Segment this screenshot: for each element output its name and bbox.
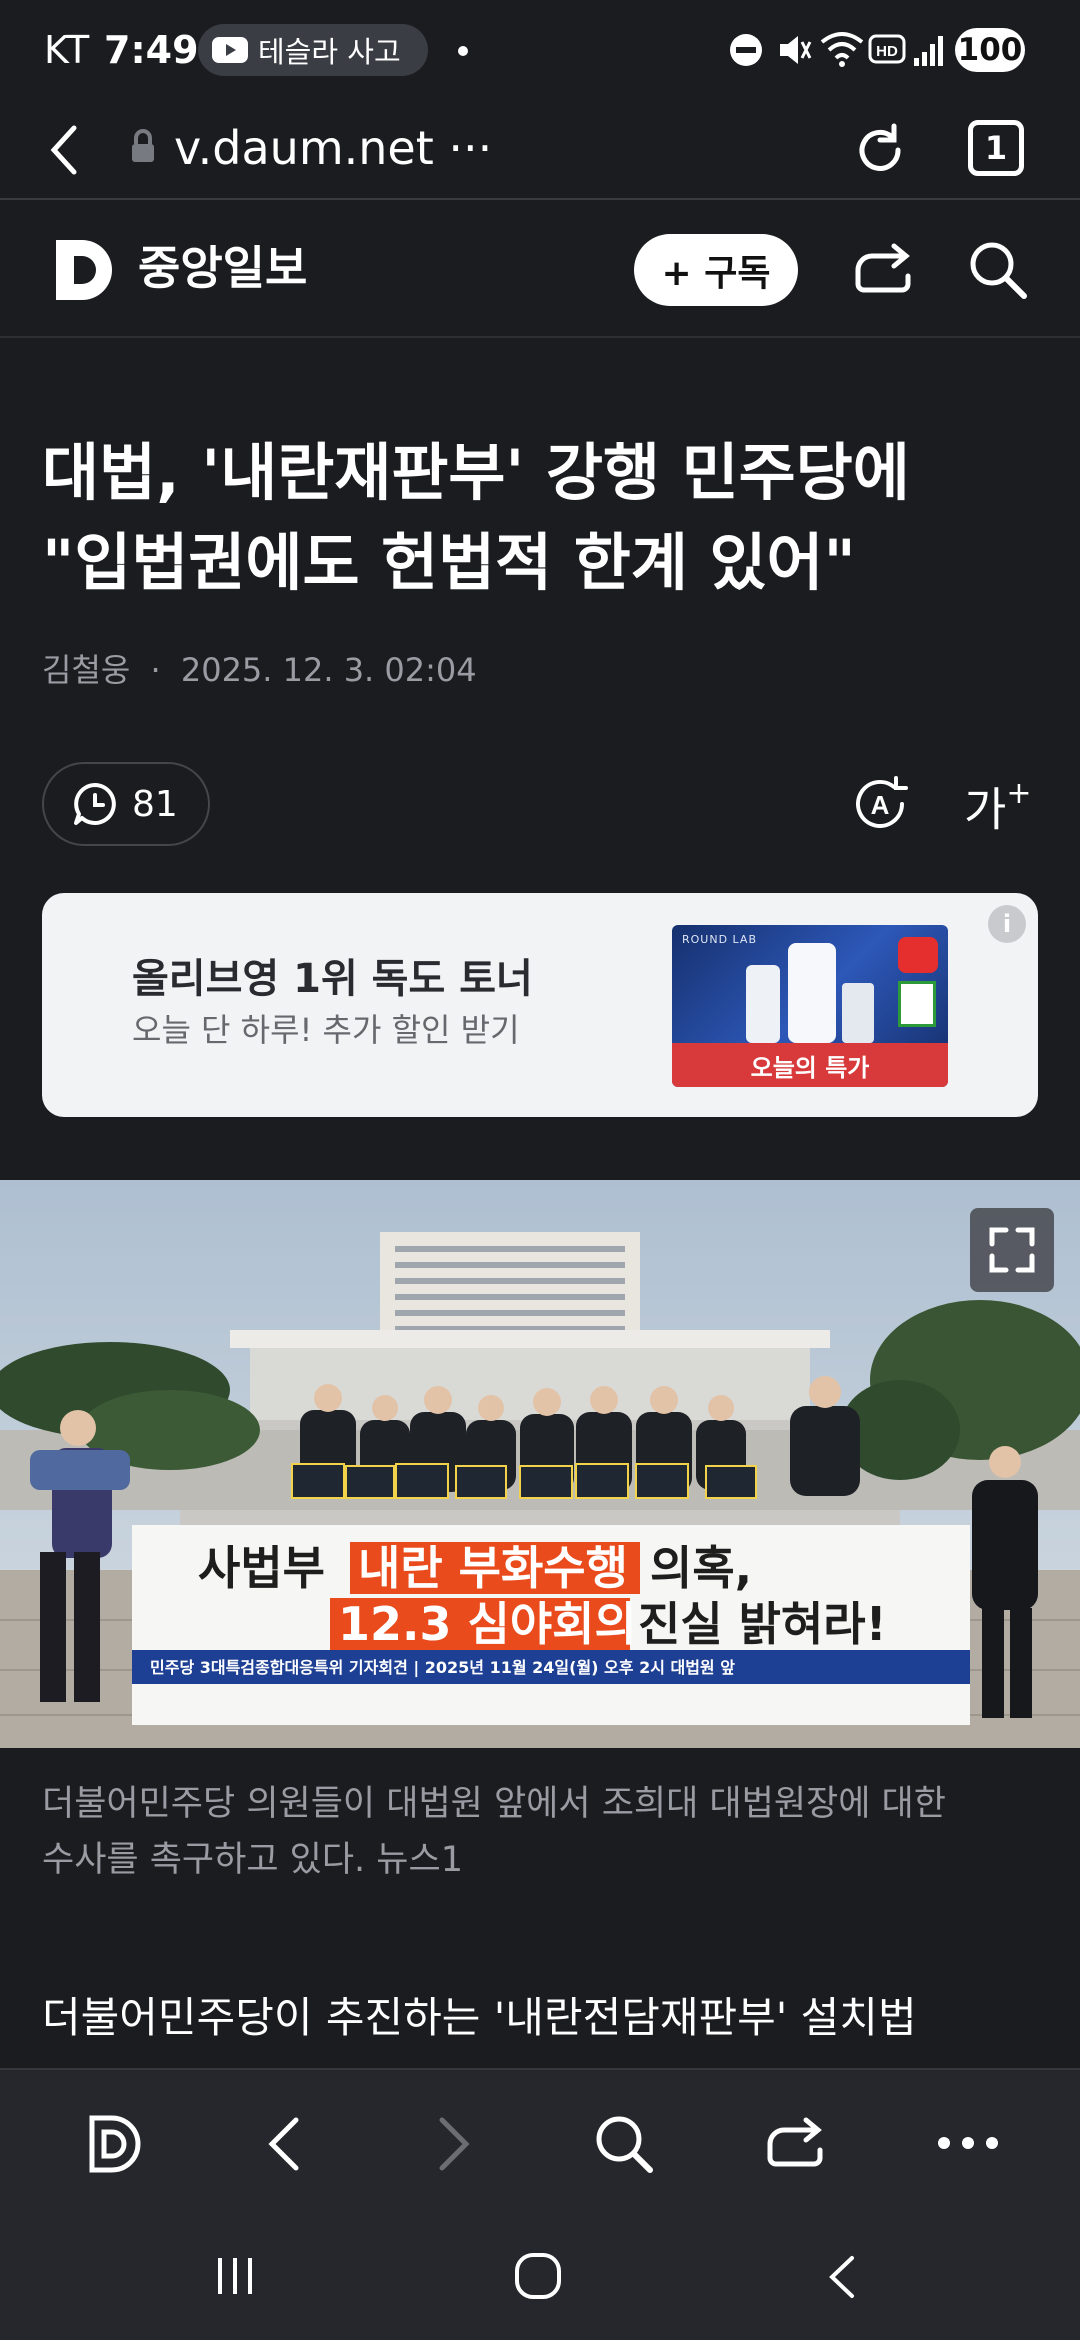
photo-caption: 더불어민주당 의원들이 대법원 앞에서 조희대 대법원장에 대한 수사를 촉구하… bbox=[42, 1776, 1042, 1888]
daum-logo-icon[interactable] bbox=[52, 236, 116, 304]
notification-text: 테슬라 사고 bbox=[258, 35, 401, 69]
carrier: KT bbox=[44, 28, 90, 72]
share-icon[interactable] bbox=[764, 2114, 826, 2174]
share-icon[interactable] bbox=[852, 240, 914, 300]
system-navigation-bar bbox=[0, 2214, 1080, 2340]
toner-bottle-large bbox=[788, 943, 836, 1043]
search-icon[interactable] bbox=[966, 238, 1030, 302]
banner-text-1a: 사법부 bbox=[198, 1541, 325, 1595]
battery-indicator: 100 bbox=[955, 28, 1025, 72]
banner-footer: 민주당 3대특검종합대응특위 기자회견 | 2025년 11월 24일(월) 오… bbox=[150, 1658, 735, 1678]
site-header: 중앙일보 + 구독 bbox=[0, 202, 1080, 338]
youtube-icon bbox=[212, 37, 248, 63]
search-icon[interactable] bbox=[592, 2112, 656, 2176]
youtube-notification-chip[interactable]: 테슬라 사고 bbox=[198, 24, 428, 76]
article-body-text: 더불어민주당이 추진하는 '내란전담재판부' 설치법 bbox=[42, 1993, 917, 2042]
comment-bubble-icon bbox=[74, 783, 116, 825]
subscribe-button[interactable]: + 구독 bbox=[634, 234, 798, 306]
lock-icon bbox=[132, 129, 154, 162]
headline-line: 대법, '내란재판부' 강행 민주당에 bbox=[42, 436, 910, 509]
fullscreen-icon bbox=[989, 1227, 1035, 1273]
home-icon[interactable] bbox=[512, 2250, 564, 2302]
banner-text-2a: 12.3 심야회의 bbox=[338, 1597, 637, 1651]
notification-dot-icon bbox=[458, 46, 468, 56]
signal-icon bbox=[914, 36, 943, 66]
hd-voice-icon: HD bbox=[868, 34, 906, 64]
browser-toolbar bbox=[0, 2068, 1080, 2214]
article-photo[interactable]: 사법부 내란 부화수행 의혹, 12.3 심야회의 진실 밝혀라! 민주당 3대… bbox=[0, 1180, 1080, 1748]
svg-text:A: A bbox=[871, 790, 890, 820]
dnd-icon bbox=[730, 34, 762, 66]
browser-url-bar: v.daum.net ··· 1 bbox=[0, 100, 1080, 200]
byline: 김철웅 · 2025. 12. 3. 02:04 bbox=[42, 650, 477, 690]
status-bar: KT 7:49 테슬라 사고 HD 100 bbox=[0, 0, 1080, 100]
comment-button[interactable]: 81 bbox=[42, 762, 210, 846]
back-icon[interactable] bbox=[258, 2112, 308, 2176]
reload-icon[interactable] bbox=[850, 120, 910, 180]
banner-text-1b: 내란 부화수행 bbox=[358, 1541, 628, 1595]
toner-box bbox=[842, 983, 874, 1043]
url-field[interactable]: v.daum.net ··· bbox=[174, 118, 492, 178]
tab-count-button[interactable]: 1 bbox=[968, 120, 1024, 176]
toner-bottle-small bbox=[746, 965, 780, 1043]
text-to-speech-icon[interactable]: A bbox=[852, 774, 910, 834]
headline-line: "입법권에도 헌법적 한계 있어" bbox=[42, 526, 856, 599]
ad-title: 올리브영 1위 독도 토너 bbox=[132, 956, 533, 1002]
ad-brand: ROUND LAB bbox=[682, 933, 757, 946]
press-name[interactable]: 중앙일보 bbox=[138, 238, 307, 298]
clock: 7:49 bbox=[104, 28, 199, 72]
wifi-icon bbox=[820, 32, 864, 67]
publish-date: 2025. 12. 3. 02:04 bbox=[180, 651, 477, 689]
daum-home-icon[interactable] bbox=[84, 2112, 144, 2176]
ad-info-icon[interactable]: i bbox=[988, 905, 1026, 943]
sale-badge-icon bbox=[898, 937, 938, 973]
ad-subtitle: 오늘 단 하루! 추가 할인 받기 bbox=[132, 1011, 520, 1049]
caption-line: 더불어민주당 의원들이 대법원 앞에서 조희대 대법원장에 대한 bbox=[42, 1784, 946, 1824]
award-badge-icon bbox=[898, 981, 936, 1027]
caption-line: 수사를 촉구하고 있다. 뉴스1 bbox=[42, 1840, 463, 1880]
fullscreen-button[interactable] bbox=[970, 1208, 1054, 1292]
svg-text:HD: HD bbox=[876, 43, 898, 60]
back-arrow-icon[interactable] bbox=[44, 120, 84, 180]
mute-icon bbox=[780, 36, 812, 64]
forward-icon[interactable] bbox=[430, 2112, 480, 2176]
protest-scene-illustration: 사법부 내란 부화수행 의혹, 12.3 심야회의 진실 밝혀라! 민주당 3대… bbox=[0, 1180, 1080, 1748]
ad-product-image: ROUND LAB 오늘의 특가 bbox=[672, 925, 948, 1087]
system-back-icon[interactable] bbox=[822, 2252, 862, 2302]
font-size-label: 가 bbox=[964, 782, 1007, 837]
more-icon[interactable] bbox=[936, 2128, 1000, 2158]
comment-count: 81 bbox=[132, 783, 178, 825]
byline-dot: · bbox=[150, 651, 161, 689]
ad-image-band: 오늘의 특가 bbox=[672, 1043, 948, 1087]
author[interactable]: 김철웅 bbox=[42, 651, 130, 689]
font-size-button[interactable]: 가+ bbox=[964, 770, 1031, 839]
article-headline: 대법, '내란재판부' 강행 민주당에 "입법권에도 헌법적 한계 있어" bbox=[42, 428, 1042, 608]
ad-banner[interactable]: 올리브영 1위 독도 토너 오늘 단 하루! 추가 할인 받기 ROUND LA… bbox=[42, 893, 1038, 1117]
banner-text-1c: 의혹, bbox=[650, 1541, 752, 1595]
recent-apps-icon[interactable] bbox=[212, 2254, 258, 2298]
banner-text-2b: 진실 밝혀라! bbox=[638, 1597, 887, 1651]
